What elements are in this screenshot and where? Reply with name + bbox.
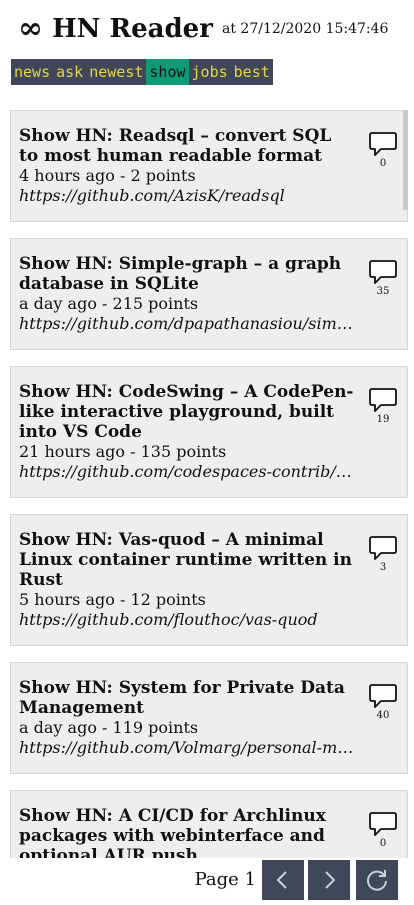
speech-bubble-icon (369, 536, 397, 560)
section-nav: news ask newest show jobs best (11, 59, 273, 85)
story-title[interactable]: Show HN: Simple-graph – a graph database… (19, 254, 354, 294)
story-meta: a day ago - 119 points (19, 718, 199, 737)
nav-ask[interactable]: ask (53, 59, 86, 85)
reload-icon (367, 870, 387, 891)
story-url[interactable]: https://github.com/dpapathanasiou/simple… (19, 314, 354, 334)
story-card[interactable]: Show HN: A CI/CD for Archlinux packages … (10, 790, 408, 858)
story-body: Show HN: Vas-quod – A minimal Linux cont… (19, 530, 354, 630)
reload-button[interactable] (356, 860, 398, 900)
story-card[interactable]: Show HN: Readsql – convert SQL to most h… (10, 110, 408, 222)
nav-show[interactable]: show (146, 59, 189, 85)
story-body: Show HN: CodeSwing – A CodePen-like inte… (19, 382, 354, 482)
comments-link[interactable]: 19 (368, 387, 398, 425)
story-meta: 21 hours ago - 135 points (19, 442, 227, 461)
story-url[interactable]: https://github.com/AzisK/readsql (19, 186, 354, 206)
story-title[interactable]: Show HN: CodeSwing – A CodePen-like inte… (19, 382, 354, 442)
infinity-icon: ∞ (18, 11, 43, 46)
chevron-right-icon (325, 871, 336, 889)
story-body: Show HN: Readsql – convert SQL to most h… (19, 126, 354, 206)
comment-count: 0 (379, 158, 387, 169)
comment-count: 3 (379, 562, 387, 573)
comments-link[interactable]: 35 (368, 259, 398, 297)
story-url[interactable]: https://github.com/flouthoc/vas-quod (19, 610, 354, 630)
comments-link[interactable]: 40 (368, 683, 398, 721)
story-list[interactable]: Show HN: Readsql – convert SQL to most h… (0, 96, 414, 858)
story-meta: a day ago - 215 points (19, 294, 199, 313)
prev-page-button[interactable] (262, 860, 304, 900)
comments-link[interactable]: 0 (368, 811, 398, 849)
story-body: Show HN: System for Private Data Managem… (19, 678, 354, 758)
story-card[interactable]: Show HN: CodeSwing – A CodePen-like inte… (10, 366, 408, 498)
speech-bubble-icon (369, 812, 397, 836)
chevron-left-icon (276, 871, 287, 889)
story-meta: 4 hours ago - 2 points (19, 166, 196, 185)
nav-newest[interactable]: newest (86, 59, 146, 85)
nav-best[interactable]: best (231, 59, 273, 85)
nav-news[interactable]: news (11, 59, 53, 85)
comment-count: 35 (376, 286, 390, 297)
story-card[interactable]: Show HN: Simple-graph – a graph database… (10, 238, 408, 350)
comment-count: 19 (376, 414, 390, 425)
story-meta: 5 hours ago - 12 points (19, 590, 206, 609)
speech-bubble-icon (369, 684, 397, 708)
story-title[interactable]: Show HN: A CI/CD for Archlinux packages … (19, 806, 354, 858)
story-title[interactable]: Show HN: Vas-quod – A minimal Linux cont… (19, 530, 354, 590)
speech-bubble-icon (369, 388, 397, 412)
comments-link[interactable]: 3 (368, 535, 398, 573)
last-updated-timestamp: at 27/12/2020 15:47:46 (222, 21, 389, 37)
story-title[interactable]: Show HN: Readsql – convert SQL to most h… (19, 126, 354, 166)
story-url[interactable]: https://github.com/Volmarg/personal-mana… (19, 738, 354, 758)
comments-link[interactable]: 0 (368, 131, 398, 169)
list-scrollbar[interactable] (403, 110, 408, 210)
story-card[interactable]: Show HN: System for Private Data Managem… (10, 662, 408, 774)
story-url[interactable]: https://github.com/codespaces-contrib/co… (19, 462, 354, 482)
comment-count: 40 (376, 710, 390, 721)
next-page-button[interactable] (308, 860, 350, 900)
app-header: ∞ HN Reader at 27/12/2020 15:47:46 (18, 14, 408, 48)
speech-bubble-icon (369, 260, 397, 284)
page-indicator: Page 1 (194, 869, 256, 890)
story-title[interactable]: Show HN: System for Private Data Managem… (19, 678, 354, 718)
story-body: Show HN: Simple-graph – a graph database… (19, 254, 354, 334)
story-card[interactable]: Show HN: Vas-quod – A minimal Linux cont… (10, 514, 408, 646)
comment-count: 0 (379, 838, 387, 849)
speech-bubble-icon (369, 132, 397, 156)
nav-jobs[interactable]: jobs (189, 59, 231, 85)
pagination-footer: Page 1 (0, 858, 414, 905)
app-title: HN Reader (52, 14, 213, 44)
story-body: Show HN: A CI/CD for Archlinux packages … (19, 806, 354, 858)
